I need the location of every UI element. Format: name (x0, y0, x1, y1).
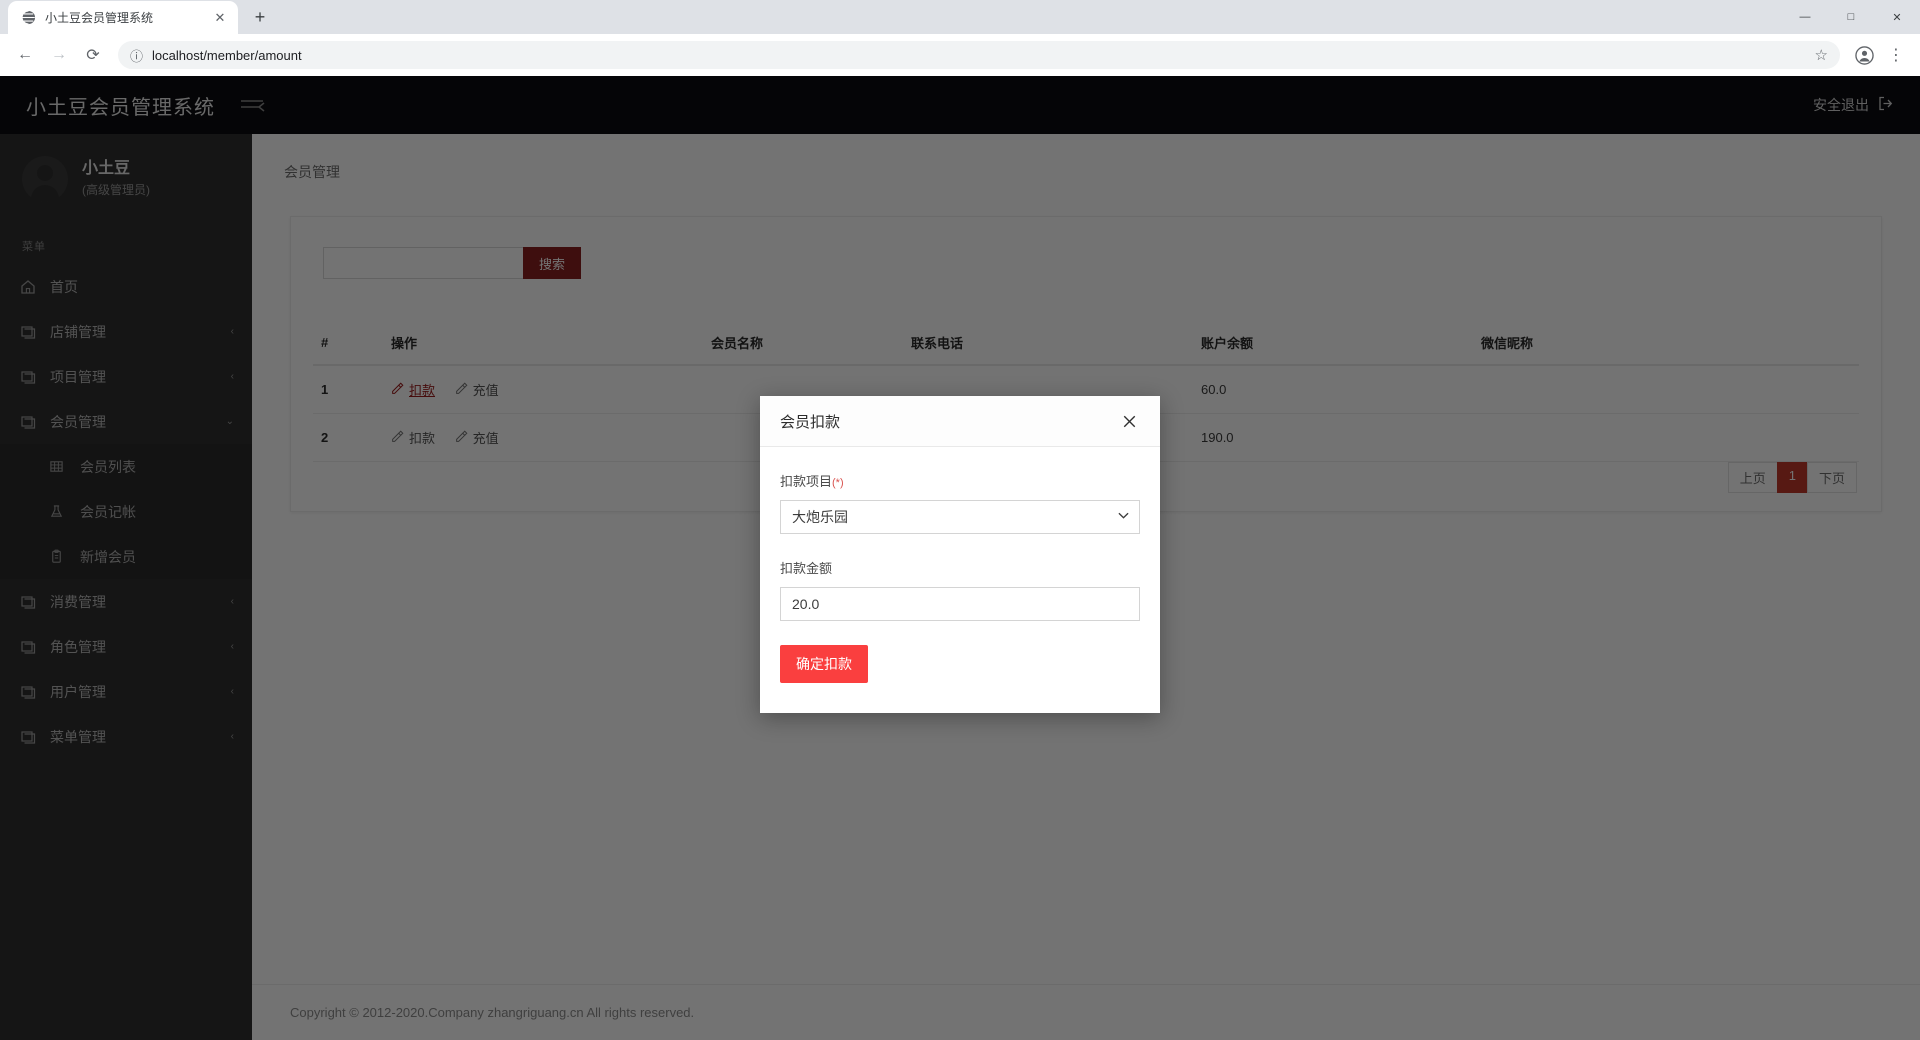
browser-tabstrip: 小土豆会员管理系统 ✕ + — □ ✕ (0, 0, 1920, 34)
window-controls: — □ ✕ (1782, 0, 1920, 34)
browser-menu-icon[interactable]: ⋮ (1882, 41, 1910, 69)
address-bar[interactable]: ⓘ localhost/member/amount ☆ (118, 41, 1840, 69)
modal-body: 扣款项目(*) 大炮乐园 扣款金额 确定扣款 (760, 447, 1160, 713)
modal-header: 会员扣款 (760, 396, 1160, 447)
close-tab-icon[interactable]: ✕ (212, 10, 228, 26)
globe-icon (20, 10, 36, 26)
close-icon[interactable] (1118, 410, 1140, 432)
confirm-deduct-button[interactable]: 确定扣款 (780, 645, 868, 683)
maximize-button[interactable]: □ (1828, 0, 1874, 34)
url-text: localhost/member/amount (152, 47, 302, 63)
profile-avatar-icon[interactable] (1850, 41, 1878, 69)
bookmark-star-icon[interactable]: ☆ (1815, 46, 1828, 64)
modal-title: 会员扣款 (780, 413, 841, 431)
browser-toolbar: ← → ⟳ ⓘ localhost/member/amount ☆ ⋮ (0, 34, 1920, 76)
deduction-modal: 会员扣款 扣款项目(*) 大炮乐园 扣款金额 20.0 确定扣款 (760, 396, 1160, 713)
browser-window: 小土豆会员管理系统 ✕ + — □ ✕ ← → ⟳ ⓘ localhost/me… (0, 0, 1920, 1040)
browser-tab[interactable]: 小土豆会员管理系统 ✕ (8, 1, 238, 34)
tab-title: 小土豆会员管理系统 (45, 11, 154, 25)
close-window-button[interactable]: ✕ (1874, 0, 1920, 34)
amount-field-label: 扣款金额 (780, 561, 833, 576)
page-viewport: 小土豆会员管理系统 安全退出 小土豆 (高 (0, 76, 1920, 1040)
reload-button[interactable]: ⟳ (78, 40, 108, 70)
required-marker: (*) (832, 477, 844, 489)
back-button[interactable]: ← (10, 40, 40, 70)
project-select-wrapper: 大炮乐园 (780, 500, 1140, 534)
project-label-text: 扣款项目 (780, 474, 833, 489)
new-tab-button[interactable]: + (246, 3, 274, 31)
minimize-button[interactable]: — (1782, 0, 1828, 34)
project-field-label: 扣款项目(*) (780, 471, 1140, 490)
site-info-icon[interactable]: ⓘ (130, 46, 143, 65)
amount-input[interactable] (780, 587, 1140, 621)
project-select[interactable]: 大炮乐园 (780, 500, 1140, 534)
forward-button[interactable]: → (44, 40, 74, 70)
